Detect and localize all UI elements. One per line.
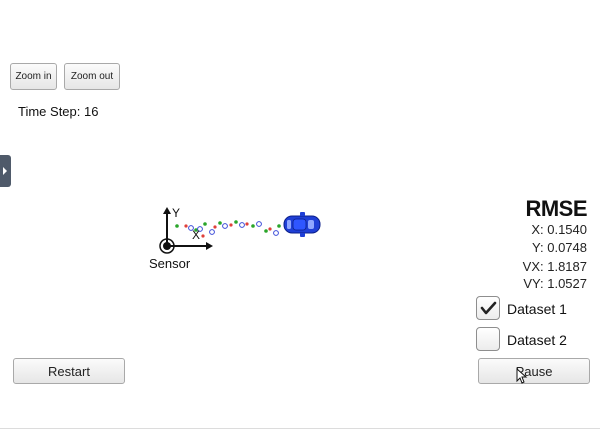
dataset-1-checkbox[interactable] xyxy=(476,296,500,320)
estimate-marker xyxy=(239,222,245,228)
mouse-cursor-icon xyxy=(516,368,528,384)
lidar-marker xyxy=(229,223,233,227)
radar-marker xyxy=(175,224,179,228)
radar-marker xyxy=(277,224,281,228)
rmse-vx-value: VX: 1.8187 xyxy=(522,259,587,274)
rmse-y-value: Y: 0.0748 xyxy=(532,240,587,255)
axis-y-label: Y xyxy=(172,206,181,220)
lidar-marker xyxy=(213,225,217,229)
car-icon xyxy=(283,212,321,237)
radar-marker xyxy=(203,222,207,226)
rmse-x-value: X: 0.1540 xyxy=(531,222,587,237)
bottom-divider xyxy=(0,428,600,429)
radar-marker xyxy=(251,224,255,228)
restart-button[interactable]: Restart xyxy=(13,358,125,384)
lidar-marker xyxy=(201,234,205,238)
pause-button[interactable]: Pause xyxy=(478,358,590,384)
radar-marker xyxy=(234,220,238,224)
dataset-1-label[interactable]: Dataset 1 xyxy=(507,301,567,317)
rmse-title: RMSE xyxy=(525,196,587,221)
dataset-2-checkbox[interactable] xyxy=(476,327,500,351)
estimate-marker xyxy=(209,229,215,235)
lidar-marker xyxy=(245,222,249,226)
dataset-2-label[interactable]: Dataset 2 xyxy=(507,332,567,348)
lidar-marker xyxy=(184,224,188,228)
radar-marker xyxy=(218,221,222,225)
sensor-label: Sensor xyxy=(149,256,191,271)
axis-x-label: X xyxy=(192,228,201,242)
estimate-marker xyxy=(256,221,262,227)
lidar-marker xyxy=(268,227,272,231)
rmse-vy-value: VY: 1.0527 xyxy=(523,276,587,291)
radar-marker xyxy=(264,229,268,233)
checkmark-icon xyxy=(480,301,497,315)
estimate-marker xyxy=(222,223,228,229)
estimate-marker xyxy=(273,230,279,236)
